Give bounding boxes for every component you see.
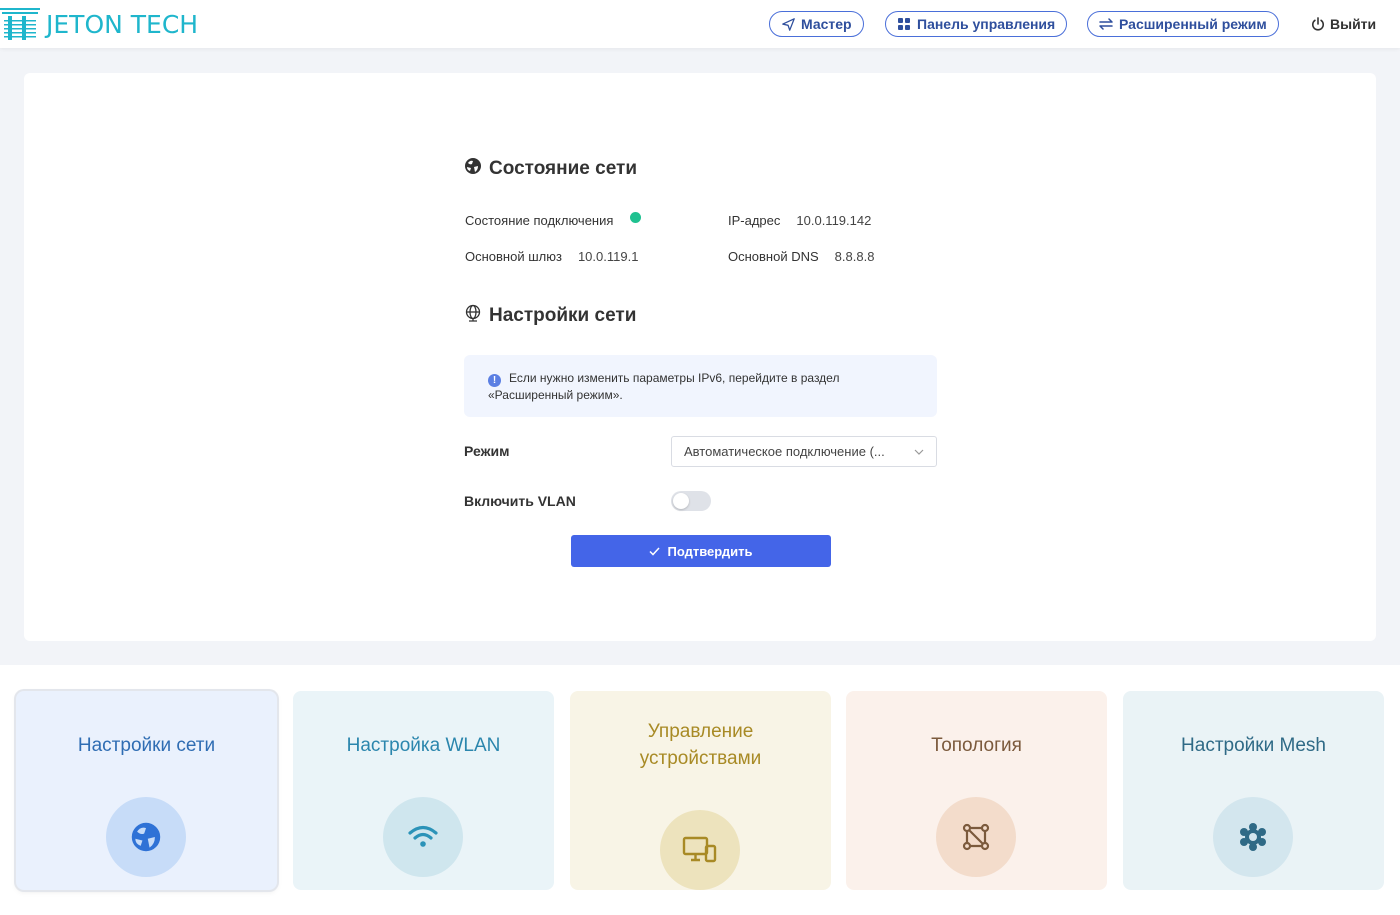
globe-icon — [106, 797, 186, 877]
advanced-mode-button-label: Расширенный режим — [1119, 16, 1267, 32]
ip-address-value: 10.0.119.142 — [796, 213, 872, 228]
tile-topology-label: Топология — [931, 735, 1022, 756]
globe-icon — [464, 157, 482, 175]
tile-network-settings-label: Настройки сети — [77, 735, 216, 756]
power-icon — [1311, 17, 1325, 31]
wizard-button[interactable]: Мастер — [769, 11, 864, 37]
send-icon — [781, 17, 795, 31]
connection-status-indicator — [630, 212, 642, 223]
logout-button[interactable]: Выйти — [1311, 11, 1376, 37]
logo: JETON TECH — [0, 4, 210, 44]
vlan-toggle-knob — [673, 493, 689, 509]
gateway-value: 10.0.119.1 — [577, 249, 639, 264]
network-icon — [464, 304, 482, 322]
ipv6-info-notice: ! Если нужно изменить параметры IPv6, пер… — [464, 355, 937, 417]
network-settings-title: Настройки сети — [464, 304, 637, 327]
tile-network-settings[interactable]: Настройки сети — [16, 691, 277, 890]
advanced-mode-button[interactable]: Расширенный режим — [1087, 11, 1279, 37]
devices-icon — [660, 810, 740, 890]
tile-device-management-label-1: Управление — [647, 721, 754, 742]
info-text-line-1: Если нужно изменить параметры IPv6, пере… — [509, 371, 840, 385]
network-settings-title-text: Настройки сети — [489, 305, 637, 326]
mode-select-value: Автоматическое подключение (... — [684, 444, 885, 459]
logout-label: Выйти — [1330, 16, 1377, 32]
tile-topology[interactable]: Топология — [846, 691, 1107, 890]
dns-row: Основной DNS 8.8.8.8 — [728, 249, 874, 264]
wizard-button-label: Мастер — [801, 16, 852, 32]
tile-mesh-settings[interactable]: Настройки Mesh — [1123, 691, 1384, 890]
confirm-button[interactable]: Подтвердить — [571, 535, 831, 567]
tile-mesh-settings-label: Настройки Mesh — [1181, 735, 1326, 756]
logo-mark-icon — [0, 8, 40, 40]
topology-icon — [936, 797, 1016, 877]
gateway-label: Основной шлюз — [465, 249, 562, 264]
network-status-title-text: Состояние сети — [489, 158, 638, 179]
tile-device-management[interactable]: Управление устройствами — [570, 691, 831, 890]
dns-value: 8.8.8.8 — [834, 249, 875, 264]
connection-status-row: Состояние подключения — [465, 212, 642, 228]
top-header: JETON TECH Мастер Панель управления Расш… — [0, 0, 1400, 48]
gateway-row: Основной шлюз 10.0.119.1 — [465, 249, 638, 264]
ip-address-row: IP-адрес 10.0.119.142 — [728, 213, 871, 228]
vlan-label: Включить VLAN — [464, 493, 576, 509]
dashboard-button[interactable]: Панель управления — [885, 11, 1068, 37]
tile-device-management-label-2: устройствами — [639, 748, 762, 769]
network-status-title: Состояние сети — [464, 158, 637, 180]
mode-label: Режим — [464, 443, 510, 459]
chevron-down-icon — [914, 447, 924, 457]
check-icon — [649, 546, 661, 556]
gear-icon — [1213, 797, 1293, 877]
connection-status-label: Состояние подключения — [465, 213, 614, 228]
tile-wlan-settings-label: Настройка WLAN — [346, 735, 501, 756]
grid-icon — [897, 17, 911, 31]
dashboard-button-label: Панель управления — [917, 16, 1056, 32]
wifi-icon — [383, 797, 463, 877]
ip-address-label: IP-адрес — [728, 213, 781, 228]
tile-wlan-settings[interactable]: Настройка WLAN — [293, 691, 554, 890]
info-text-line-2: «Расширенный режим». — [488, 388, 623, 402]
swap-icon — [1099, 17, 1113, 31]
logo-text: JETON TECH — [46, 9, 199, 39]
info-icon: ! — [488, 374, 501, 387]
dns-label: Основной DNS — [728, 249, 819, 264]
confirm-button-label: Подтвердить — [667, 543, 753, 559]
vlan-toggle[interactable] — [671, 491, 711, 511]
mode-select[interactable]: Автоматическое подключение (... — [671, 436, 937, 467]
